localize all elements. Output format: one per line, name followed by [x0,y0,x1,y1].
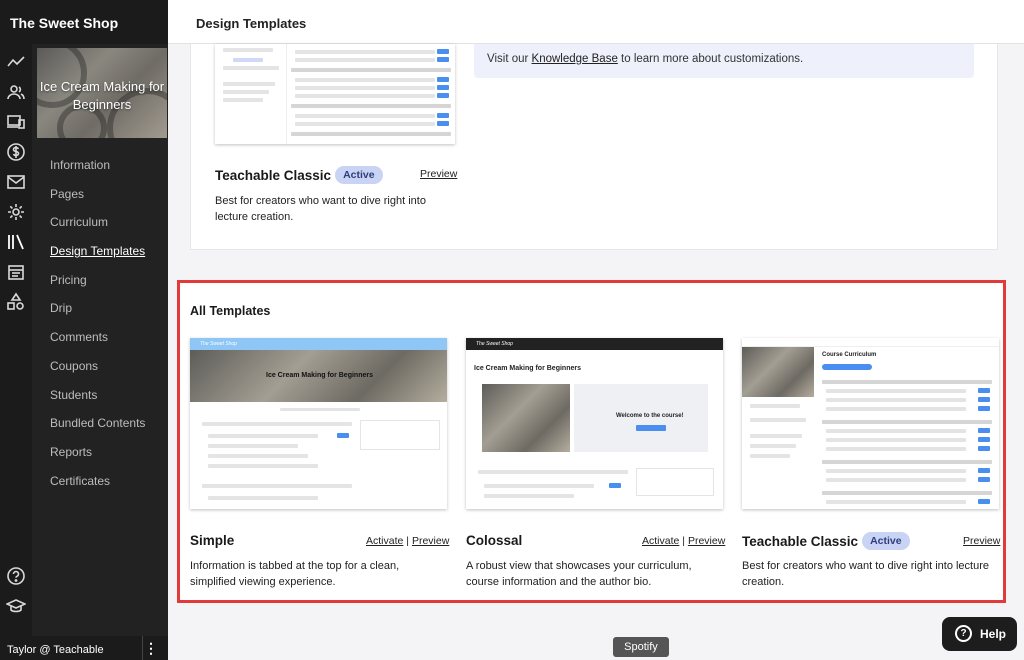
colossal-template-name: Colossal [466,533,523,548]
help-label: Help [980,627,1007,641]
simple-template-links: Activate | Preview [366,535,449,547]
current-template-links: Preview [420,168,457,180]
current-template-preview-link[interactable]: Preview [420,168,457,180]
current-template-description: Best for creators who want to dive right… [215,195,426,223]
banner-text-prefix: Visit our [487,53,532,65]
simple-template-thumbnail[interactable]: The Sweet Shop Ice Cream Making for Begi… [190,338,447,509]
sidebar-item-curriculum[interactable]: Curriculum [50,215,145,244]
help-button[interactable]: ? Help [942,617,1017,651]
simple-thumb-title: Ice Cream Making for Beginners [266,372,373,379]
simple-template-name: Simple [190,533,235,548]
graduation-cap-icon[interactable] [6,596,26,616]
simple-link-separator: | [406,535,410,547]
school-name[interactable]: The Sweet Shop [0,0,168,44]
devices-icon[interactable] [6,112,26,132]
current-template-thumbnail[interactable] [215,44,455,144]
library-icon[interactable] [6,232,26,252]
course-nav: Information Pages Curriculum Design Temp… [50,158,145,502]
classic-template-description: Best for creators who want to dive right… [742,560,990,588]
mail-icon[interactable] [6,172,26,192]
sidebar-item-certificates[interactable]: Certificates [50,474,145,503]
sidebar-item-reports[interactable]: Reports [50,445,145,474]
classic-template-name-wrap: Teachable Classic Active [742,532,910,550]
current-template-name: Teachable Classic [215,168,332,183]
sidebar-item-pages[interactable]: Pages [50,187,145,216]
colossal-template-description: A robust view that showcases your curric… [466,560,692,588]
colossal-thumb-welcome: Welcome to the course! [616,413,684,419]
analytics-icon[interactable] [6,52,26,72]
classic-active-badge: Active [862,532,910,550]
active-badge: Active [335,166,383,184]
help-circle-icon[interactable] [6,566,26,586]
sidebar-item-design-templates[interactable]: Design Templates [50,244,145,273]
classic-template-name: Teachable Classic [742,534,859,549]
colossal-activate-link[interactable]: Activate [642,535,679,547]
colossal-link-separator: | [682,535,686,547]
classic-preview-link[interactable]: Preview [963,535,1000,547]
sidebar-item-bundled-contents[interactable]: Bundled Contents [50,416,145,445]
current-template-name-wrap: Teachable Classic Active [215,166,383,184]
icon-rail [0,44,32,636]
colossal-template-links: Activate | Preview [642,535,725,547]
all-templates-heading: All Templates [190,304,271,318]
help-icon: ? [955,625,972,642]
classic-thumb-title: Course Curriculum [822,352,877,358]
page-title: Design Templates [196,16,307,31]
more-options-icon[interactable]: ⋮ [144,640,158,657]
sidebar-item-comments[interactable]: Comments [50,330,145,359]
course-cover-image[interactable]: Ice Cream Making for Beginners [37,48,167,138]
colossal-template-thumbnail[interactable]: The Sweet Shop Ice Cream Making for Begi… [466,338,723,509]
spotify-tooltip: Spotify [613,637,669,657]
course-sidebar: Ice Cream Making for Beginners Informati… [32,44,168,636]
shapes-icon[interactable] [6,292,26,312]
user-menu[interactable]: Taylor @ Teachable ⋮ [0,636,168,660]
sidebar-item-drip[interactable]: Drip [50,301,145,330]
sidebar-item-pricing[interactable]: Pricing [50,273,145,302]
colossal-preview-link[interactable]: Preview [688,535,725,547]
user-name: Taylor @ Teachable [7,644,104,656]
sidebar-item-students[interactable]: Students [50,388,145,417]
calendar-icon[interactable] [6,262,26,282]
classic-template-thumbnail[interactable]: Course Curriculum [742,338,999,509]
page-header: Design Templates [168,0,1024,44]
course-title: Ice Cream Making for Beginners [39,79,165,112]
sidebar-item-coupons[interactable]: Coupons [50,359,145,388]
banner-text-suffix: to learn more about customizations. [617,53,804,65]
knowledge-base-banner: Visit our Knowledge Base to learn more a… [474,44,974,78]
colossal-thumb-title: Ice Cream Making for Beginners [474,365,581,372]
simple-activate-link[interactable]: Activate [366,535,403,547]
classic-template-links: Preview [963,535,1000,547]
users-icon[interactable] [6,82,26,102]
sidebar-item-information[interactable]: Information [50,158,145,187]
simple-template-description: Information is tabbed at the top for a c… [190,560,400,588]
dollar-icon[interactable] [6,142,26,162]
knowledge-base-link[interactable]: Knowledge Base [532,53,618,65]
divider [142,636,143,660]
settings-icon[interactable] [6,202,26,222]
simple-preview-link[interactable]: Preview [412,535,449,547]
